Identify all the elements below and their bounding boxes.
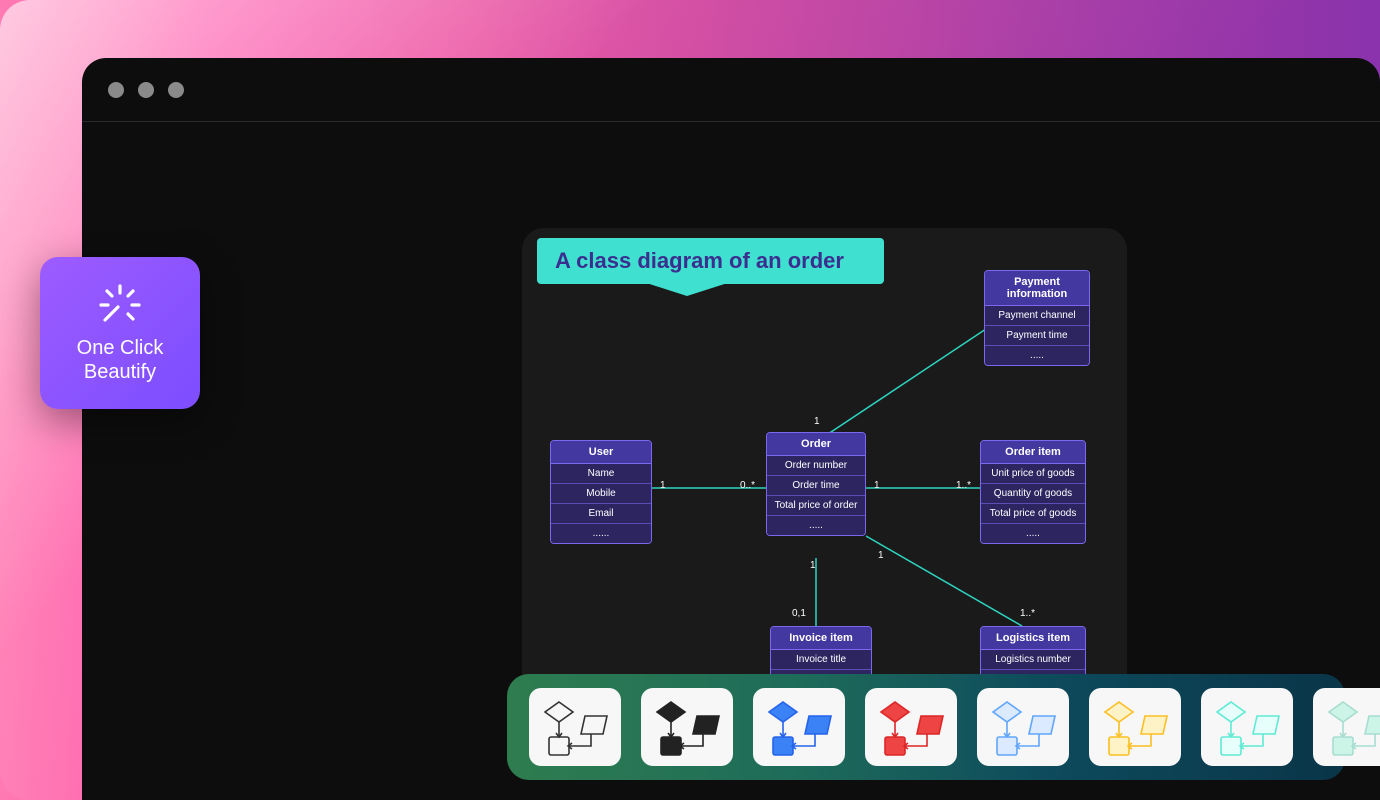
mult-label: 1 (660, 480, 666, 491)
uml-header: Order item (981, 441, 1085, 464)
titlebar (82, 58, 1380, 122)
mult-label: 1 (814, 416, 820, 427)
theme-tile-teal-soft[interactable] (1313, 688, 1380, 766)
uml-row: Total price of order (767, 496, 865, 516)
uml-row: Quantity of goods (981, 484, 1085, 504)
uml-row: Logistics number (981, 650, 1085, 670)
theme-tile-yellow[interactable] (1089, 688, 1181, 766)
mult-label: 1 (874, 480, 880, 491)
theme-palette-bar (507, 674, 1345, 780)
mult-label: 0,1 (792, 608, 806, 619)
uml-row: Order number (767, 456, 865, 476)
uml-header: Payment information (985, 271, 1089, 306)
uml-row: Order time (767, 476, 865, 496)
uml-row: Payment time (985, 326, 1089, 346)
app-window: A class diagram of an order User Name Mo… (82, 58, 1380, 800)
uml-box-payment[interactable]: Payment information Payment channel Paym… (984, 270, 1090, 366)
magic-wand-icon (97, 282, 143, 328)
uml-row: Total price of goods (981, 504, 1085, 524)
window-dot-maximize[interactable] (168, 82, 184, 98)
mult-label: 0..* (740, 480, 755, 491)
uml-box-user[interactable]: User Name Mobile Email ...... (550, 440, 652, 544)
uml-header: Logistics item (981, 627, 1085, 650)
uml-header: Order (767, 433, 865, 456)
uml-row: ..... (985, 346, 1089, 365)
theme-tile-blue[interactable] (753, 688, 845, 766)
uml-header: User (551, 441, 651, 464)
mult-label: 1..* (1020, 608, 1035, 619)
diagram-title: A class diagram of an order (537, 238, 884, 284)
uml-row: Mobile (551, 484, 651, 504)
uml-row: ..... (767, 516, 865, 535)
uml-row: Payment channel (985, 306, 1089, 326)
uml-row: Unit price of goods (981, 464, 1085, 484)
uml-header: Invoice item (771, 627, 871, 650)
window-dot-minimize[interactable] (138, 82, 154, 98)
theme-tile-lightblue[interactable] (977, 688, 1069, 766)
mult-label: 1 (878, 550, 884, 561)
uml-box-order-item[interactable]: Order item Unit price of goods Quantity … (980, 440, 1086, 544)
theme-tile-red[interactable] (865, 688, 957, 766)
uml-row: Email (551, 504, 651, 524)
mult-label: 1 (810, 560, 816, 571)
uml-row: ...... (551, 524, 651, 543)
mult-label: 1..* (956, 480, 971, 491)
theme-tile-black[interactable] (641, 688, 733, 766)
sidebar-card-label: One Click Beautify (77, 336, 164, 384)
uml-row: ..... (981, 524, 1085, 543)
uml-box-order[interactable]: Order Order number Order time Total pric… (766, 432, 866, 536)
diagram-canvas[interactable]: A class diagram of an order User Name Mo… (522, 228, 1127, 736)
window-dot-close[interactable] (108, 82, 124, 98)
theme-tile-outline[interactable] (529, 688, 621, 766)
uml-row: Invoice title (771, 650, 871, 670)
one-click-beautify-card[interactable]: One Click Beautify (40, 257, 200, 409)
uml-row: Name (551, 464, 651, 484)
title-chevron (637, 280, 737, 296)
theme-tile-teal-light[interactable] (1201, 688, 1293, 766)
